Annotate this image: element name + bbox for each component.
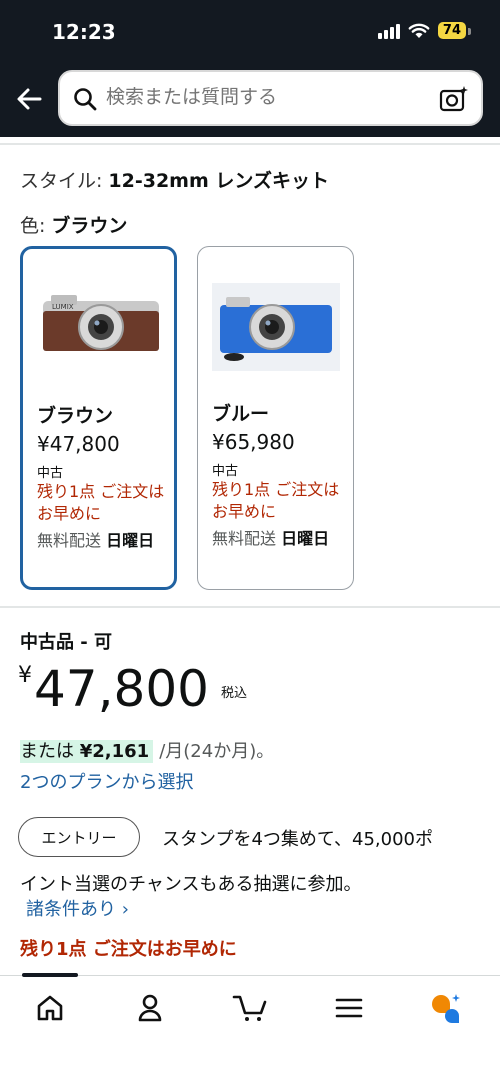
terms-link[interactable]: 諸条件あり › [26,895,129,921]
wifi-icon [408,23,430,38]
installment-highlight: または ¥2,161 [20,740,154,763]
variant-stock: 残り1点 ご注文はお早めに [37,482,165,523]
active-tab-indicator [22,973,78,977]
bottom-nav [0,973,500,1080]
variant-shipping: 無料配送 日曜日 [37,529,167,553]
variant-card-blue[interactable]: ブルー ¥65,980 中古 残り1点 ご注文はお早めに 無料配送 日曜日 [197,246,354,590]
variant-price: ¥47,800 [37,432,120,456]
style-label: スタイル: [20,170,103,192]
main-price: ¥47,800 [18,660,209,718]
divider [0,606,500,608]
installment-suffix: /月(24か月)。 [159,741,275,762]
variant-name: ブルー [212,403,270,425]
color-label: 色: [20,215,46,237]
shipping-day: 日曜日 [106,531,155,550]
variant-card-brown[interactable]: LUMIX ブラウン ¥47,800 中古 残り1点 ご注文はお早めに 無料配送… [20,246,177,590]
price-value: 47,800 [34,660,209,718]
search-icon [74,88,97,111]
promo-text-line1: スタンプを4つ集めて、45,000ポ [162,829,433,850]
battery-indicator: 74 [437,22,472,39]
variant-name: ブラウン [37,405,114,427]
color-value: ブラウン [51,215,128,237]
back-arrow-icon[interactable] [14,84,44,114]
status-icons: 74 [377,22,472,39]
search-bar[interactable] [58,70,483,126]
variant-price: ¥65,980 [212,430,295,454]
stock-notice: 残り1点 ご注文はお早めに [20,939,237,960]
installment-prefix: または [20,741,74,762]
installment-info: または ¥2,161/月(24か月)。 [20,737,274,763]
menu-icon[interactable] [331,992,367,1024]
variant-condition: 中古 [212,464,239,479]
condition-title: 中古品 - 可 [20,632,113,653]
variant-condition: 中古 [37,466,64,481]
plans-link[interactable]: 2つのプランから選択 [20,768,193,794]
signal-icon [377,23,400,39]
promo-text-line2: イント当選のチャンスもある抽選に参加。 [20,874,362,895]
shipping-day: 日曜日 [281,529,330,548]
account-icon[interactable] [132,992,168,1024]
product-thumbnail: LUMIX [37,285,165,373]
cart-icon[interactable] [232,992,268,1024]
style-row: スタイル: 12-32mm レンズキット [20,166,329,193]
price-symbol: ¥ [18,663,32,688]
rufus-icon[interactable] [428,992,464,1024]
camera-search-icon[interactable] [439,84,469,114]
status-time: 12:23 [52,20,116,44]
product-thumbnail [212,283,340,371]
home-icon[interactable] [32,992,68,1024]
app-header: 12:23 74 [0,0,500,137]
shipping-prefix: 無料配送 [37,531,102,550]
shipping-prefix: 無料配送 [212,529,277,548]
installment-amount: ¥2,161 [79,741,150,762]
style-value: 12-32mm レンズキット [108,170,330,192]
tax-label: 税込 [221,686,248,701]
divider [0,143,500,145]
color-row: 色: ブラウン [20,211,127,238]
variant-shipping: 無料配送 日曜日 [212,527,342,551]
svg-text:LUMIX: LUMIX [52,303,74,311]
entry-button[interactable]: エントリー [18,817,140,857]
search-input[interactable] [106,86,426,108]
variant-stock: 残り1点 ご注文はお早めに [212,480,340,521]
